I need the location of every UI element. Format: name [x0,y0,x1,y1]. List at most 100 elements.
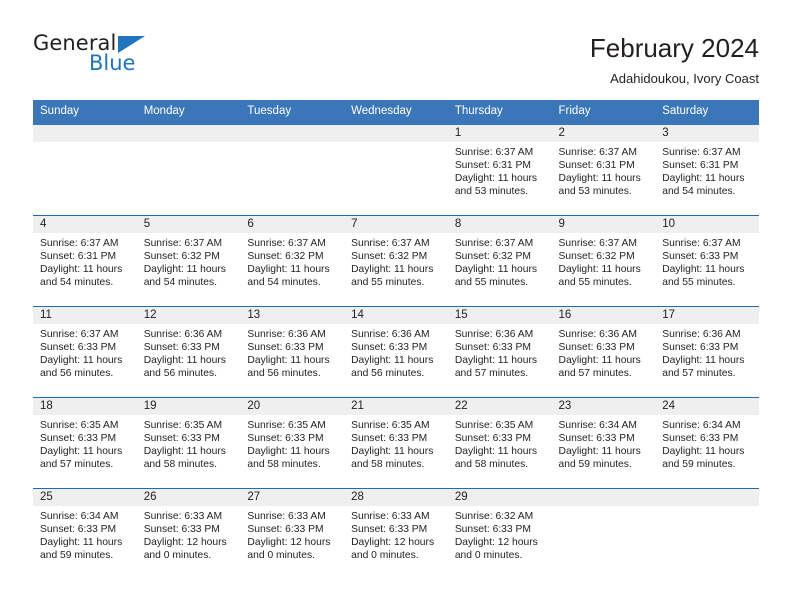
sunrise-time: Sunrise: 6:37 AM [454,237,534,249]
daylight-duration-line1: Daylight: 11 hours [662,264,745,276]
calendar-day-cell[interactable]: 22 Sunrise: 6:35 AM Sunset: 6:33 PM Dayligh… [447,397,552,489]
calendar-day-cell[interactable]: 15 Sunrise: 6:36 AM Sunset: 6:33 PM Dayligh… [447,306,552,398]
calendar-day-cell[interactable]: 13 Sunrise: 6:36 AM Sunset: 6:33 PM Dayligh… [240,306,345,398]
day-cell-inner: 8 Sunrise: 6:37 AM Sunset: 6:32 PM Daylight… [447,215,552,306]
sunset-time: Sunset: 6:33 PM [143,523,220,535]
daylight-duration-line1: Daylight: 11 hours [454,264,538,276]
calendar-day-cell[interactable]: 24 Sunrise: 6:34 AM Sunset: 6:33 PM Dayligh… [655,397,759,489]
day-number: 22 [447,397,552,415]
day-number: 2 [551,124,656,142]
sunrise-time: Sunrise: 6:35 AM [351,419,430,431]
sunset-time: Sunset: 6:31 PM [558,159,635,171]
daylight-duration-line2: and 57 minutes. [40,459,114,471]
weekday-header-thursday: Thursday [447,100,552,125]
sunrise-time: Sunrise: 6:36 AM [351,328,430,340]
daylight-duration-line1: Daylight: 11 hours [558,264,641,276]
calendar-day-cell[interactable]: 6 Sunrise: 6:37 AM Sunset: 6:32 PM Daylight… [240,215,345,307]
calendar-day-cell[interactable]: 3 Sunrise: 6:37 AM Sunset: 6:31 PM Daylight… [655,124,759,216]
daylight-duration-line1: Daylight: 11 hours [143,446,226,458]
sunset-time: Sunset: 6:33 PM [662,432,739,444]
sunset-time: Sunset: 6:33 PM [558,432,635,444]
day-sun-info: Sunrise: 6:37 AM Sunset: 6:31 PM Daylight:… [552,142,656,199]
calendar-day-cell[interactable]: 8 Sunrise: 6:37 AM Sunset: 6:32 PM Daylight… [447,215,552,307]
daylight-duration-line2: and 54 minutes. [40,277,114,289]
day-cell-inner: 6 Sunrise: 6:37 AM Sunset: 6:32 PM Daylight… [240,215,345,306]
calendar-day-cell[interactable]: 18 Sunrise: 6:35 AM Sunset: 6:33 PM Dayligh… [33,397,137,489]
daylight-duration-line2: and 59 minutes. [40,550,114,562]
daylight-duration-line1: Daylight: 11 hours [247,355,330,367]
day-sun-info: Sunrise: 6:36 AM Sunset: 6:33 PM Daylight:… [240,324,344,381]
calendar-week-row: 4 Sunrise: 6:37 AM Sunset: 6:31 PM Daylight… [33,215,759,307]
daylight-duration-line2: and 58 minutes. [143,459,217,471]
day-cell-inner: 29 Sunrise: 6:32 AM Sunset: 6:33 PM Dayligh… [447,488,552,579]
day-number: 20 [240,397,345,415]
calendar-day-cell[interactable]: 10 Sunrise: 6:37 AM Sunset: 6:33 PM Dayligh… [655,215,759,307]
calendar-day-cell[interactable]: 4 Sunrise: 6:37 AM Sunset: 6:31 PM Daylight… [33,215,137,307]
sunset-time: Sunset: 6:33 PM [351,523,428,535]
day-number: 13 [240,306,345,324]
page-header: General Blue February 2024 Adahidoukou, … [0,0,792,86]
daylight-duration-line1: Daylight: 11 hours [558,173,641,185]
sunrise-time: Sunrise: 6:37 AM [454,146,534,158]
daylight-duration-line2: and 58 minutes. [454,459,529,471]
calendar-day-cell[interactable]: 27 Sunrise: 6:33 AM Sunset: 6:33 PM Dayligh… [240,488,345,579]
daylight-duration-line2: and 56 minutes. [351,368,425,380]
brand-name-blue: Blue [89,51,136,75]
day-sun-info: Sunrise: 6:37 AM Sunset: 6:31 PM Daylight:… [655,142,759,199]
day-cell-inner: 16 Sunrise: 6:36 AM Sunset: 6:33 PM Dayligh… [551,306,656,397]
day-cell-inner [33,124,137,215]
day-number: 15 [447,306,552,324]
calendar-day-cell[interactable]: 2 Sunrise: 6:37 AM Sunset: 6:31 PM Daylight… [551,124,656,216]
calendar-day-cell[interactable]: 1 Sunrise: 6:37 AM Sunset: 6:31 PM Daylight… [447,124,552,216]
calendar-day-cell[interactable]: 17 Sunrise: 6:36 AM Sunset: 6:33 PM Dayligh… [655,306,759,398]
brand-logo[interactable]: General Blue [33,33,193,85]
calendar-day-cell[interactable]: 29 Sunrise: 6:32 AM Sunset: 6:33 PM Dayligh… [447,488,552,579]
calendar-day-cell[interactable]: 9 Sunrise: 6:37 AM Sunset: 6:32 PM Daylight… [551,215,656,307]
calendar-day-cell[interactable]: 20 Sunrise: 6:35 AM Sunset: 6:33 PM Dayligh… [240,397,345,489]
daylight-duration-line1: Daylight: 12 hours [454,537,538,549]
day-cell-inner [136,124,241,215]
calendar-day-cell[interactable]: 25 Sunrise: 6:34 AM Sunset: 6:33 PM Dayligh… [33,488,137,579]
daylight-duration-line2: and 57 minutes. [662,368,736,380]
sunrise-time: Sunrise: 6:37 AM [558,146,637,158]
sunrise-time: Sunrise: 6:35 AM [454,419,534,431]
day-number: 10 [655,215,759,233]
day-sun-info: Sunrise: 6:33 AM Sunset: 6:33 PM Daylight:… [137,506,241,563]
calendar-day-cell[interactable]: 16 Sunrise: 6:36 AM Sunset: 6:33 PM Dayligh… [551,306,656,398]
calendar-day-cell[interactable]: 23 Sunrise: 6:34 AM Sunset: 6:33 PM Dayligh… [551,397,656,489]
sunset-time: Sunset: 6:31 PM [40,250,117,262]
calendar-day-cell[interactable]: 28 Sunrise: 6:33 AM Sunset: 6:33 PM Dayligh… [344,488,448,579]
day-number: 25 [33,488,137,506]
sunset-time: Sunset: 6:33 PM [40,432,117,444]
day-number: 29 [447,488,552,506]
daylight-duration-line2: and 53 minutes. [558,186,632,198]
daylight-duration-line2: and 0 minutes. [351,550,419,562]
calendar-day-cell[interactable]: 7 Sunrise: 6:37 AM Sunset: 6:32 PM Daylight… [344,215,448,307]
day-number: 8 [447,215,552,233]
calendar-day-cell[interactable]: 5 Sunrise: 6:37 AM Sunset: 6:32 PM Daylight… [136,215,241,307]
daylight-duration-line1: Daylight: 11 hours [143,355,226,367]
day-number: 6 [240,215,345,233]
sunrise-time: Sunrise: 6:36 AM [662,328,741,340]
calendar-page: General Blue February 2024 Adahidoukou, … [0,0,792,612]
calendar-table: Sunday Monday Tuesday Wednesday Thursday… [33,100,759,579]
calendar-day-cell[interactable]: 12 Sunrise: 6:36 AM Sunset: 6:33 PM Dayligh… [136,306,241,398]
day-sun-info [240,142,344,146]
calendar-day-cell[interactable]: 26 Sunrise: 6:33 AM Sunset: 6:33 PM Dayligh… [136,488,241,579]
daylight-duration-line1: Daylight: 11 hours [247,446,330,458]
day-sun-info: Sunrise: 6:32 AM Sunset: 6:33 PM Daylight:… [448,506,552,563]
day-sun-info: Sunrise: 6:37 AM Sunset: 6:32 PM Daylight:… [137,233,241,290]
weekday-header-row: Sunday Monday Tuesday Wednesday Thursday… [33,100,759,125]
calendar-day-cell[interactable]: 11 Sunrise: 6:37 AM Sunset: 6:33 PM Dayligh… [33,306,137,398]
sunrise-time: Sunrise: 6:34 AM [558,419,637,431]
day-sun-info: Sunrise: 6:37 AM Sunset: 6:31 PM Daylight:… [33,233,137,290]
calendar-day-cell[interactable]: 14 Sunrise: 6:36 AM Sunset: 6:33 PM Dayligh… [344,306,448,398]
day-number: 12 [136,306,241,324]
calendar-day-cell[interactable]: 21 Sunrise: 6:35 AM Sunset: 6:33 PM Dayligh… [344,397,448,489]
daylight-duration-line2: and 56 minutes. [247,368,321,380]
day-cell-inner: 14 Sunrise: 6:36 AM Sunset: 6:33 PM Dayligh… [344,306,448,397]
page-title: February 2024 [589,33,759,63]
daylight-duration-line2: and 56 minutes. [40,368,114,380]
day-number [33,124,137,142]
calendar-day-cell[interactable]: 19 Sunrise: 6:35 AM Sunset: 6:33 PM Dayligh… [136,397,241,489]
